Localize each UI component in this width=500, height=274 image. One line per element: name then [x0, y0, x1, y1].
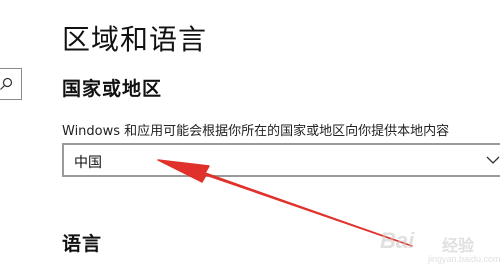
watermark-brand: Bai — [380, 228, 415, 253]
region-section-title: 国家或地区 — [62, 78, 163, 100]
watermark-url: jingyan.baidu.com — [428, 254, 500, 264]
country-region-dropdown[interactable]: 中国 — [62, 143, 500, 177]
selected-country: 中国 — [74, 155, 102, 171]
region-description: Windows 和应用可能会根据你所在的国家或地区向你提供本地内容 — [62, 124, 450, 139]
page-title: 区域和语言 — [62, 23, 208, 56]
search-box[interactable] — [0, 68, 22, 100]
chevron-down-icon — [486, 156, 500, 164]
language-section-title: 语言 — [62, 233, 103, 255]
watermark-sub: 经验 — [442, 236, 475, 255]
baidu-jingyan-watermark: Bai 经验 jingyan.baidu.com — [380, 224, 500, 270]
search-icon — [0, 77, 13, 90]
